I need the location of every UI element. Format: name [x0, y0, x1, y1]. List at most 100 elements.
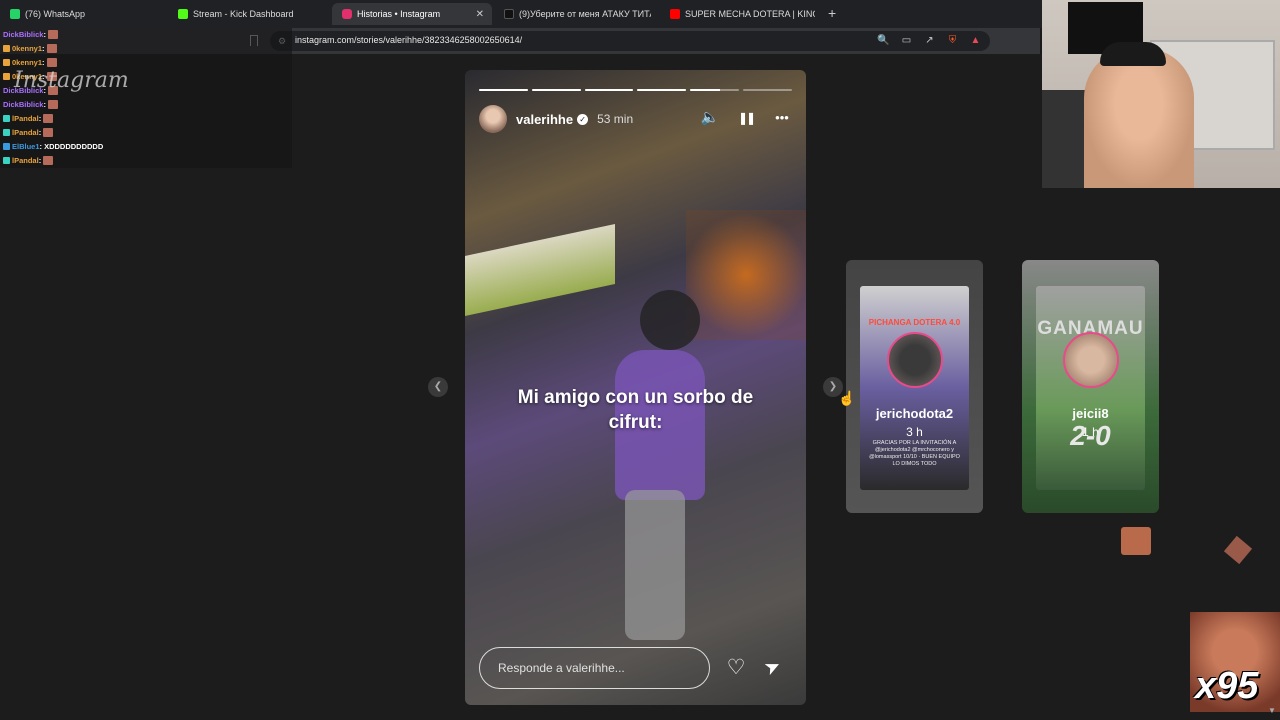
sub-badge-icon	[3, 44, 10, 52]
chat-username: lPandal	[12, 155, 39, 165]
progress-segment	[743, 89, 792, 91]
sub-badge-icon	[3, 156, 10, 164]
kick-icon	[178, 9, 188, 19]
mouse-cursor-icon: ☝	[838, 390, 856, 406]
next-story-preview[interactable]: PICHANGA DOTERA 4.0 jerichodota2 3 h GRA…	[846, 260, 983, 513]
chat-message: lPandal :	[3, 112, 54, 124]
previous-story-icon[interactable]: ❮	[428, 377, 448, 397]
chat-text: :	[43, 29, 46, 39]
stream-chat-overlay: DickBiblick : 0kenny1 : 0kenny1 : 0kenny…	[0, 28, 292, 168]
emote-icon	[47, 29, 58, 39]
tab-label: Historias • Instagram	[357, 9, 441, 19]
story-caption: Mi amigo con un sorbo de cifrut:	[465, 385, 806, 435]
sub-badge-icon	[3, 128, 10, 136]
tab-kick-dashboard[interactable]: Stream - Kick Dashboard	[168, 3, 332, 25]
avatar[interactable]	[479, 105, 507, 133]
share-icon[interactable]: ↗	[923, 34, 936, 47]
send-icon[interactable]: ➤	[756, 651, 791, 686]
tab-label: (9)Уберите от меня АТАКУ ТИТАНОВ	[519, 9, 651, 19]
tab-label: Stream - Kick Dashboard	[193, 9, 294, 19]
story-media	[465, 224, 615, 316]
emote-combo-count: x95	[1195, 665, 1259, 707]
volume-icon[interactable]: 🔈	[700, 108, 720, 128]
chat-message: lPandal :	[3, 154, 54, 166]
story-media-light	[686, 210, 806, 340]
floating-emote-icon	[1121, 527, 1151, 555]
pause-icon[interactable]: ❚❚	[736, 108, 756, 128]
progress-segment	[531, 89, 581, 91]
youtube-icon	[670, 9, 680, 19]
reply-box[interactable]	[479, 647, 710, 689]
webcam-streamer	[1100, 42, 1166, 66]
story-username[interactable]: valerihhe	[516, 112, 573, 127]
more-options-icon[interactable]: •••	[772, 108, 792, 128]
whatsapp-icon	[10, 9, 20, 19]
progress-fill	[690, 89, 720, 91]
sub-badge-icon	[3, 58, 10, 66]
chat-username: DickBiblick	[3, 29, 44, 39]
chat-username: ElBlue1	[12, 141, 40, 151]
sub-badge-icon	[3, 72, 10, 80]
chat-text: :	[38, 127, 42, 137]
close-tab-icon[interactable]: ✕	[476, 9, 484, 20]
progress-segment	[690, 89, 740, 91]
chat-text: :	[38, 113, 42, 123]
tab-label: (76) WhatsApp	[25, 9, 86, 19]
emote-icon	[47, 99, 58, 109]
avatar	[887, 332, 943, 388]
tiktok-icon	[504, 9, 514, 19]
tab-youtube[interactable]: SUPER MECHA DOTERA | KINGTEAM...	[660, 3, 820, 25]
chat-message: 0kenny1 :	[3, 56, 57, 68]
cast-icon[interactable]: ▭	[900, 34, 913, 47]
preview-time: 3 h	[906, 425, 923, 439]
chat-message: 0kenny1 :	[3, 42, 57, 54]
chat-text: :	[38, 155, 42, 165]
progress-fill	[531, 89, 581, 91]
chat-text: :	[42, 57, 45, 67]
chat-message: lPandal :	[3, 126, 54, 138]
story-viewer[interactable]: valerihhe ✓ 53 min 🔈 ❚❚ ••• Mi amigo con…	[465, 70, 806, 705]
preview-thumbnail	[1036, 286, 1145, 490]
avatar	[1063, 332, 1119, 388]
reply-input[interactable]	[480, 648, 709, 688]
sub-badge-icon	[3, 114, 10, 122]
progress-fill	[637, 89, 687, 91]
preview-username: jeicii8	[1072, 406, 1109, 421]
story-header: valerihhe ✓ 53 min 🔈 ❚❚ •••	[479, 104, 792, 134]
rewards-icon[interactable]: ▲	[969, 34, 982, 47]
chat-username: 0kenny1	[12, 43, 43, 53]
next-story-preview[interactable]: GANAMAU jeicii8 1 h 2-0	[1022, 260, 1159, 513]
new-tab-button[interactable]: +	[828, 5, 836, 21]
tab-instagram-stories[interactable]: Historias • Instagram ✕	[332, 3, 492, 25]
url-text[interactable]: instagram.com/stories/valerihhe/38233462…	[295, 35, 522, 45]
chat-username: lPandal	[12, 127, 39, 137]
emote-icon	[43, 155, 54, 165]
progress-fill	[479, 89, 528, 91]
verified-badge-icon: ✓	[577, 113, 589, 125]
omnibox[interactable]: ⚙ instagram.com/stories/valerihhe/382334…	[270, 31, 990, 51]
heart-icon[interactable]: ♡	[723, 655, 749, 681]
chat-username: lPandal	[12, 113, 39, 123]
brave-shield-icon[interactable]: ⛨	[946, 34, 959, 47]
preview-caption: GRACIAS POR LA INVITACIÓN A @jerichodota…	[869, 440, 960, 467]
webcam-streamer	[1084, 48, 1194, 188]
chat-text: :	[42, 43, 45, 53]
progress-segment	[584, 89, 634, 91]
chat-message: ElBlue1 : XDDDDDDDDDD	[3, 140, 103, 152]
chat-username: 0kenny1	[12, 57, 43, 67]
story-media-subject	[625, 490, 685, 640]
tab-tiktok[interactable]: (9)Уберите от меня АТАКУ ТИТАНОВ	[494, 3, 658, 25]
chat-message: DickBiblick :	[3, 28, 58, 40]
zoom-icon[interactable]: 🔍	[877, 34, 890, 47]
instagram-icon	[342, 9, 352, 19]
caption-text: Mi amigo con un sorbo de cifrut:	[517, 387, 754, 433]
tab-whatsapp[interactable]: (76) WhatsApp	[0, 3, 168, 25]
emote-icon	[46, 43, 57, 53]
progress-fill	[584, 89, 634, 91]
story-progress-bar	[479, 89, 792, 91]
emote-icon	[46, 57, 57, 67]
progress-segment	[479, 89, 528, 91]
scroll-down-icon[interactable]: ▼	[1268, 706, 1276, 715]
tab-label: SUPER MECHA DOTERA | KINGTEAM...	[685, 9, 815, 19]
preview-score: 2-0	[1070, 420, 1111, 451]
